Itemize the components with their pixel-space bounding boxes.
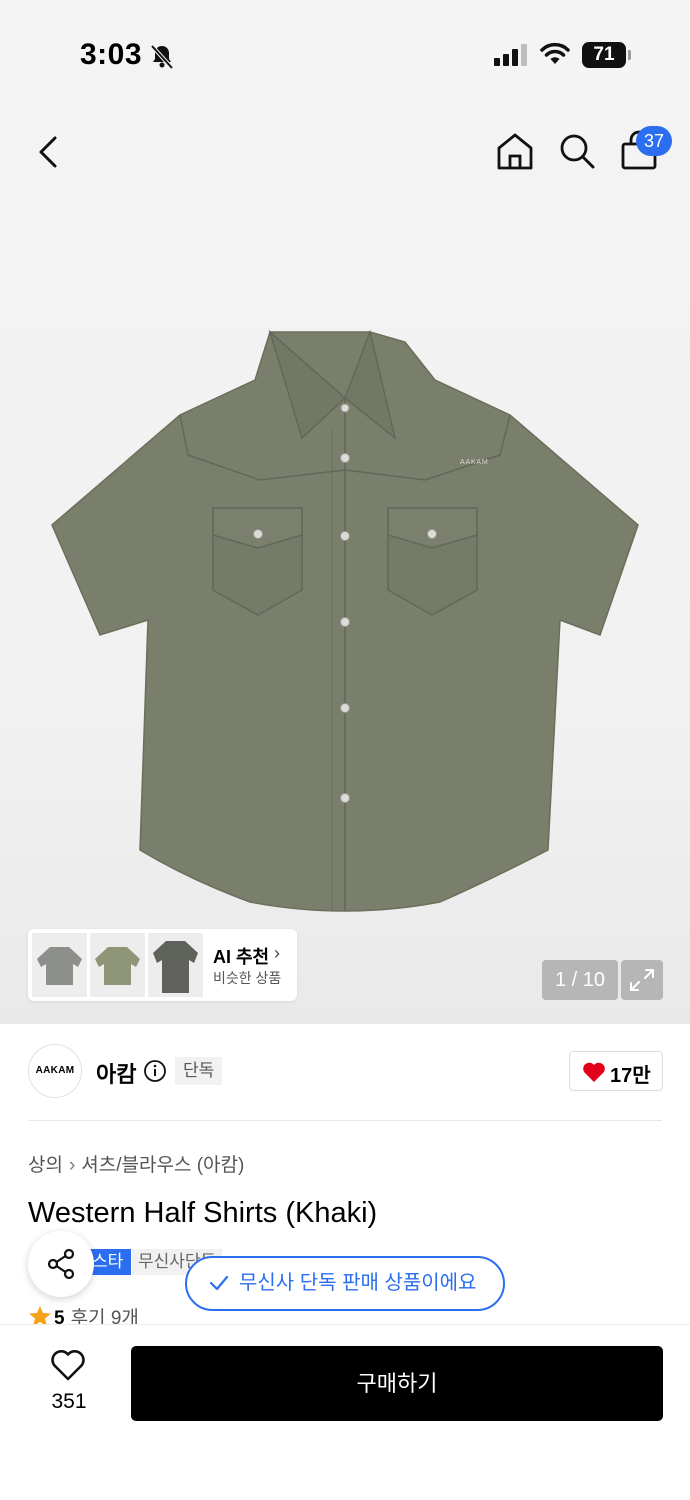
battery-indicator: 71 bbox=[582, 42, 631, 68]
home-icon[interactable] bbox=[494, 130, 536, 172]
brand-like-count: 17만 bbox=[610, 1065, 651, 1087]
chevron-right-icon: › bbox=[68, 1155, 76, 1176]
heart-filled-icon bbox=[583, 1062, 605, 1082]
product-image[interactable]: AAKAM bbox=[40, 320, 650, 920]
ai-recommend-title: AI 추천 bbox=[213, 947, 270, 967]
shirt-thumb-icon bbox=[153, 941, 198, 993]
exclusive-badge: 단독 bbox=[175, 1057, 223, 1085]
search-icon[interactable] bbox=[556, 130, 598, 172]
breadcrumb-item[interactable]: 셔츠/블라우스 (아캄) bbox=[81, 1155, 244, 1176]
status-time: 3:03 bbox=[80, 38, 143, 71]
heart-outline-icon[interactable] bbox=[50, 1348, 86, 1382]
expand-icon bbox=[630, 969, 654, 991]
wifi-icon bbox=[540, 42, 570, 64]
product-title: Western Half Shirts (Khaki) bbox=[28, 1197, 378, 1229]
chevron-right-icon: › bbox=[274, 943, 280, 963]
toast-text: 무신사 단독 판매 상품이에요 bbox=[239, 1272, 477, 1294]
svg-text:AAKAM: AAKAM bbox=[460, 459, 489, 466]
back-icon[interactable] bbox=[30, 130, 70, 174]
breadcrumb-item[interactable]: 상의 bbox=[28, 1155, 63, 1176]
image-page-indicator: 1 / 10 bbox=[542, 960, 618, 1000]
info-icon[interactable] bbox=[143, 1059, 167, 1083]
share-icon bbox=[47, 1248, 75, 1280]
breadcrumb: 상의 › 셔츠/블라우스 (아캄) bbox=[28, 1150, 244, 1177]
cellular-signal-icon bbox=[494, 44, 527, 66]
bell-off-icon bbox=[150, 44, 174, 70]
recommendation-thumb[interactable] bbox=[148, 933, 203, 997]
share-button[interactable] bbox=[28, 1231, 94, 1297]
cart-count-badge: 37 bbox=[636, 126, 672, 156]
divider bbox=[28, 1120, 662, 1121]
wishlist-count: 351 bbox=[51, 1390, 87, 1413]
brand-name[interactable]: 아캄 bbox=[96, 1057, 136, 1089]
brand-logo[interactable]: AAKAM bbox=[28, 1044, 82, 1098]
status-bar: 3:03 71 bbox=[0, 0, 690, 110]
check-icon bbox=[209, 1275, 229, 1291]
recommendation-thumb[interactable] bbox=[90, 933, 145, 997]
shirt-thumb-icon bbox=[37, 947, 82, 985]
shirt-thumb-icon bbox=[95, 947, 140, 985]
ai-recommend-subtitle: 비슷한 상품 bbox=[213, 970, 282, 986]
recommendation-thumb[interactable] bbox=[32, 933, 87, 997]
brand-like-button[interactable]: 17만 bbox=[569, 1051, 663, 1091]
exclusive-toast: 무신사 단독 판매 상품이에요 bbox=[185, 1256, 505, 1311]
expand-image-button[interactable] bbox=[621, 960, 663, 1000]
buy-button[interactable]: 구매하기 bbox=[131, 1346, 663, 1421]
ai-recommendation[interactable]: AI 추천 › 비슷한 상품 bbox=[28, 929, 297, 1001]
